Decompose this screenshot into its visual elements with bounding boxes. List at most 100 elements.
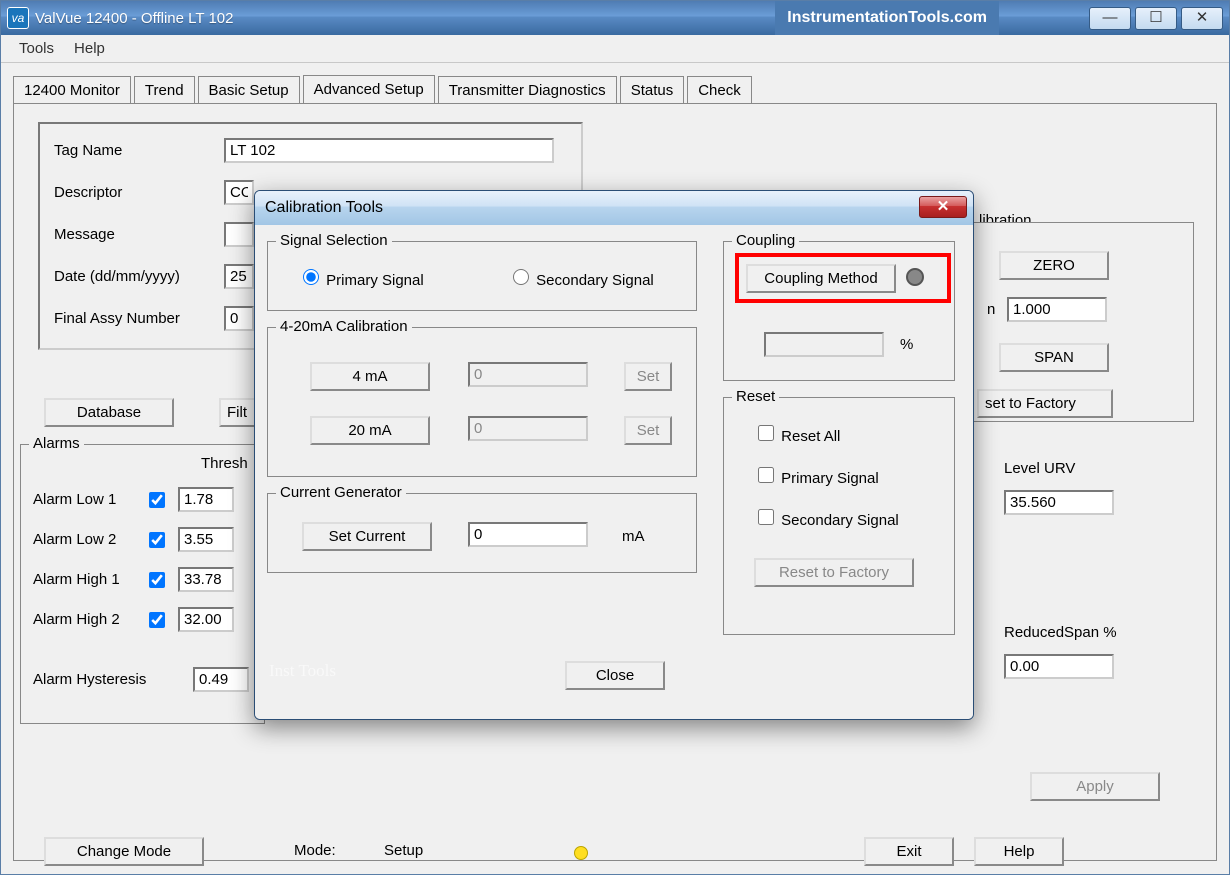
dialog-body: Signal Selection Primary Signal Secondar…	[255, 225, 973, 719]
signal-selection-title: Signal Selection	[276, 232, 392, 249]
descriptor-input[interactable]	[224, 180, 254, 205]
dialog-title-bar: Calibration Tools ✕	[255, 191, 973, 225]
calibration-factor-input[interactable]	[1007, 297, 1107, 322]
mode-value: Setup	[384, 842, 423, 859]
tab-check[interactable]: Check	[687, 76, 752, 104]
date-label: Date (dd/mm/yyyy)	[54, 268, 224, 285]
zero-button[interactable]: ZERO	[999, 251, 1109, 280]
reset-to-factory-dialog-button[interactable]: Reset to Factory	[754, 558, 914, 587]
reset-primary-checkbox-label[interactable]: Primary Signal	[754, 464, 879, 487]
level-urv-label: Level URV	[1004, 460, 1075, 477]
faint-watermark: Inst Tools	[269, 661, 336, 681]
database-button[interactable]: Database	[44, 398, 174, 427]
secondary-signal-radio[interactable]	[513, 269, 529, 285]
reset-to-factory-button[interactable]: set to Factory	[977, 389, 1113, 418]
primary-signal-radio[interactable]	[303, 269, 319, 285]
title-bar: va ValVue 12400 - Offline LT 102 Instrum…	[1, 1, 1229, 35]
message-input[interactable]	[224, 222, 254, 247]
dialog-close-action-button[interactable]: Close	[565, 661, 665, 690]
set-current-button[interactable]: Set Current	[302, 522, 432, 551]
secondary-signal-radio-label[interactable]: Secondary Signal	[508, 266, 654, 289]
alarm-low1-value[interactable]	[178, 487, 234, 512]
final-assy-input[interactable]	[224, 306, 254, 331]
tab-transmitter-diagnostics[interactable]: Transmitter Diagnostics	[438, 76, 617, 104]
reset-primary-checkbox[interactable]	[758, 467, 774, 483]
alarms-group: Alarms Thresh Alarm Low 1 Alarm Low 2 Al…	[20, 444, 265, 724]
alarm-low2-label: Alarm Low 2	[33, 531, 145, 548]
final-assy-label: Final Assy Number	[54, 310, 224, 327]
menu-help[interactable]: Help	[64, 36, 115, 61]
reset-all-text: Reset All	[781, 428, 840, 445]
primary-signal-radio-label[interactable]: Primary Signal	[298, 266, 424, 289]
alarm-high2-checkbox[interactable]	[149, 612, 165, 628]
coupling-method-highlight	[735, 253, 951, 303]
status-indicator-icon	[574, 846, 588, 860]
help-button[interactable]: Help	[974, 837, 1064, 866]
alarm-high1-value[interactable]	[178, 567, 234, 592]
alarm-high2-label: Alarm High 2	[33, 611, 145, 628]
alarms-group-title: Alarms	[29, 435, 84, 452]
reset-secondary-checkbox[interactable]	[758, 509, 774, 525]
minimize-button[interactable]: —	[1089, 7, 1131, 30]
menu-bar: Tools Help	[1, 35, 1229, 63]
threshold-header: Thresh	[201, 455, 248, 472]
filter-button[interactable]: Filt	[219, 398, 257, 427]
tab-status[interactable]: Status	[620, 76, 685, 104]
window-controls: — ☐ ✕	[1089, 7, 1223, 30]
current-generator-title: Current Generator	[276, 484, 406, 501]
reset-all-checkbox[interactable]	[758, 425, 774, 441]
calibration-tools-dialog: Calibration Tools ✕ Signal Selection Pri…	[254, 190, 974, 720]
dialog-close-button[interactable]: ✕	[919, 196, 967, 218]
calibration-group: ZERO n SPAN set to Factory	[969, 222, 1194, 422]
alarm-low2-checkbox[interactable]	[149, 532, 165, 548]
current-unit: mA	[622, 528, 645, 545]
4ma-set-button[interactable]: Set	[624, 362, 672, 391]
reduced-span-input[interactable]	[1004, 654, 1114, 679]
20ma-value	[468, 416, 588, 441]
apply-button[interactable]: Apply	[1030, 772, 1160, 801]
alarm-low2-value[interactable]	[178, 527, 234, 552]
tag-name-input[interactable]	[224, 138, 554, 163]
tab-trend[interactable]: Trend	[134, 76, 195, 104]
coupling-pct-unit: %	[900, 336, 913, 353]
level-urv-input[interactable]	[1004, 490, 1114, 515]
reset-all-checkbox-label[interactable]: Reset All	[754, 422, 840, 445]
reduced-span-label: ReducedSpan %	[1004, 624, 1117, 641]
exit-button[interactable]: Exit	[864, 837, 954, 866]
signal-selection-group: Signal Selection Primary Signal Secondar…	[267, 241, 697, 311]
coupling-pct-value	[764, 332, 884, 357]
menu-tools[interactable]: Tools	[9, 36, 64, 61]
maximize-button[interactable]: ☐	[1135, 7, 1177, 30]
change-mode-button[interactable]: Change Mode	[44, 837, 204, 866]
20ma-set-button[interactable]: Set	[624, 416, 672, 445]
current-value-input[interactable]	[468, 522, 588, 547]
date-input[interactable]	[224, 264, 254, 289]
app-icon-text: va	[12, 11, 25, 25]
alarm-high1-label: Alarm High 1	[33, 571, 145, 588]
factor-label: n	[987, 301, 995, 318]
secondary-signal-text: Secondary Signal	[536, 272, 654, 289]
alarm-hysteresis-value[interactable]	[193, 667, 249, 692]
close-button[interactable]: ✕	[1181, 7, 1223, 30]
alarm-high1-checkbox[interactable]	[149, 572, 165, 588]
tab-12400-monitor[interactable]: 12400 Monitor	[13, 76, 131, 104]
reset-group: Reset Reset All Primary Signal Secondary…	[723, 397, 955, 635]
reset-secondary-checkbox-label[interactable]: Secondary Signal	[754, 506, 899, 529]
4ma-value	[468, 362, 588, 387]
alarm-low1-checkbox[interactable]	[149, 492, 165, 508]
descriptor-label: Descriptor	[54, 184, 224, 201]
mode-label: Mode:	[294, 842, 336, 859]
tab-basic-setup[interactable]: Basic Setup	[198, 76, 300, 104]
app-icon: va	[7, 7, 29, 29]
4ma-button[interactable]: 4 mA	[310, 362, 430, 391]
coupling-title: Coupling	[732, 232, 799, 249]
20ma-button[interactable]: 20 mA	[310, 416, 430, 445]
alarm-high2-value[interactable]	[178, 607, 234, 632]
alarm-hysteresis-label: Alarm Hysteresis	[33, 671, 193, 688]
calibration-4-20-title: 4-20mA Calibration	[276, 318, 412, 335]
main-window: va ValVue 12400 - Offline LT 102 Instrum…	[0, 0, 1230, 875]
span-button[interactable]: SPAN	[999, 343, 1109, 372]
tag-name-label: Tag Name	[54, 142, 224, 159]
current-generator-group: Current Generator Set Current mA	[267, 493, 697, 573]
tab-advanced-setup[interactable]: Advanced Setup	[303, 75, 435, 104]
